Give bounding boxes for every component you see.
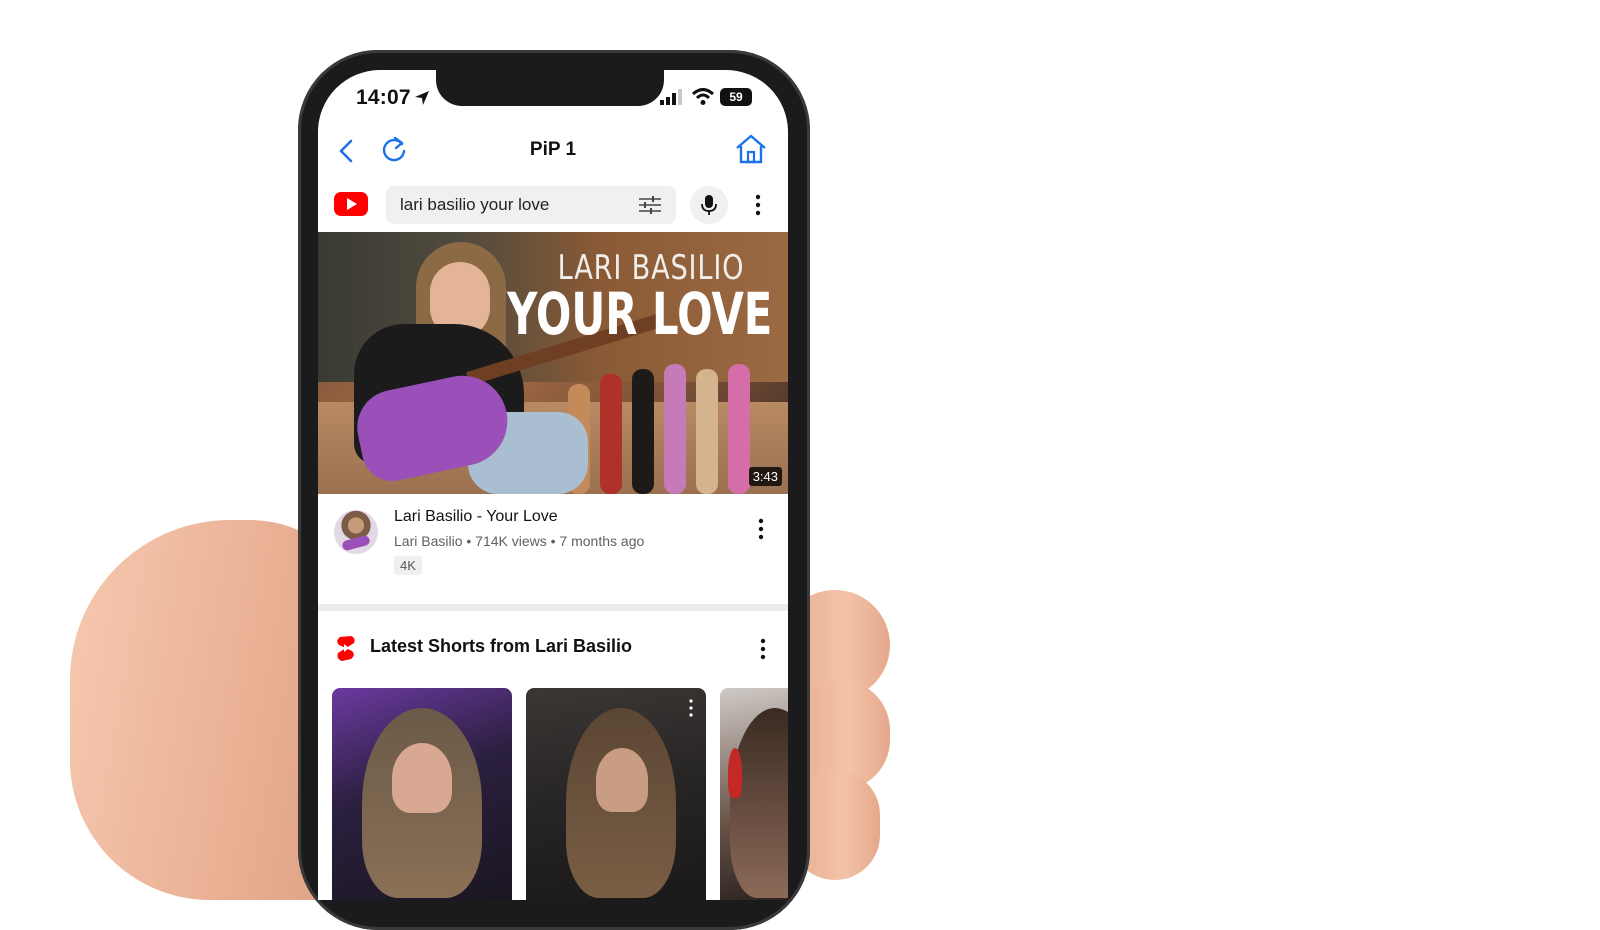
rack-guitar — [632, 369, 654, 494]
short-thumbnail[interactable] — [526, 688, 706, 900]
youtube-logo-icon[interactable] — [334, 192, 368, 216]
search-input[interactable]: lari basilio your love — [386, 186, 676, 224]
search-query: lari basilio your love — [400, 195, 550, 214]
status-time: 14:07 — [356, 86, 411, 109]
channel-avatar[interactable] — [334, 510, 378, 554]
video-info[interactable]: Lari Basilio - Your Love Lari Basilio • … — [318, 502, 788, 602]
video-thumbnail[interactable]: LARI BASILIO YOUR LOVE 3:43 — [318, 232, 788, 494]
page-title: PiP 1 — [529, 139, 577, 160]
video-more-options-icon[interactable] — [752, 516, 770, 542]
status-bar: 14:07 59 — [318, 86, 788, 110]
battery-indicator: 59 — [720, 88, 752, 106]
short-thumbnail[interactable] — [332, 688, 512, 900]
voice-search-button[interactable] — [690, 186, 728, 224]
wifi-icon — [692, 88, 714, 105]
youtube-search-bar: lari basilio your love — [318, 184, 788, 226]
thumbnail-title-text: YOUR LOVE — [506, 280, 772, 348]
cellular-signal-icon — [660, 89, 682, 105]
short-more-options-icon[interactable] — [686, 698, 696, 718]
location-arrow-icon — [415, 91, 429, 105]
browser-navbar: PiP 1 — [318, 132, 788, 172]
short-person — [730, 708, 788, 898]
youtube-shorts-icon — [337, 636, 355, 661]
filter-sliders-icon[interactable] — [638, 195, 662, 215]
rack-guitar — [696, 369, 718, 494]
video-meta: Lari Basilio • 714K views • 7 months ago — [394, 533, 645, 549]
video-duration: 3:43 — [748, 467, 782, 486]
microphone-icon — [701, 195, 717, 215]
short-face — [596, 748, 648, 812]
short-face — [392, 743, 452, 813]
rack-guitar — [664, 364, 686, 494]
shorts-more-options-icon[interactable] — [754, 636, 772, 662]
rack-guitar — [600, 374, 622, 494]
headphones — [728, 748, 742, 798]
rack-guitar — [728, 364, 750, 494]
more-options-icon[interactable] — [748, 190, 768, 220]
home-icon[interactable] — [734, 132, 768, 166]
quality-badge: 4K — [394, 556, 422, 575]
shorts-shelf-header: Latest Shorts from Lari Basilio — [318, 632, 788, 666]
video-title[interactable]: Lari Basilio - Your Love — [394, 508, 558, 526]
phone-screen: 14:07 59 PiP 1 lari basilio your love LA… — [318, 70, 788, 900]
section-divider — [318, 604, 788, 611]
shorts-heading: Latest Shorts from Lari Basilio — [370, 636, 633, 656]
short-thumbnail[interactable] — [720, 688, 788, 900]
